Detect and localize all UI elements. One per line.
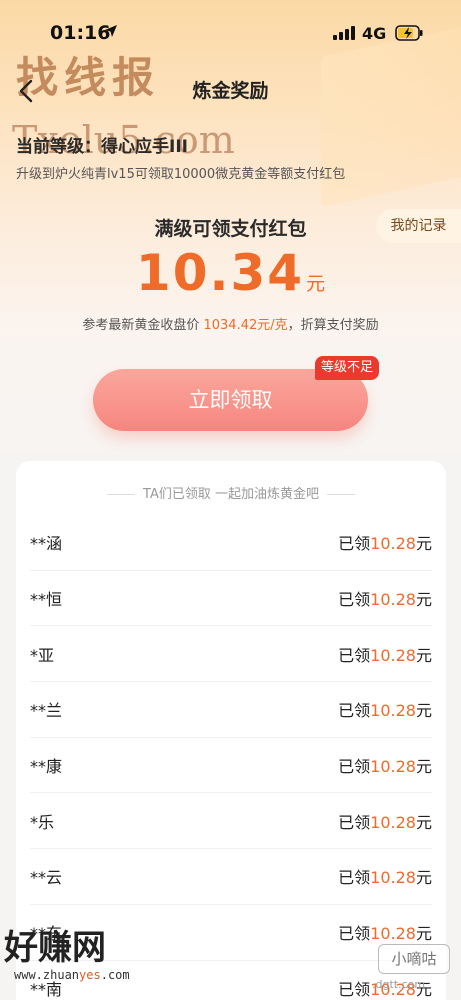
claimed-prefix: 已领 bbox=[338, 924, 371, 944]
current-level-value: 得心应手III bbox=[101, 137, 188, 157]
list-item-claimed: 已领10.28元 bbox=[338, 586, 432, 610]
claimed-unit: 元 bbox=[415, 757, 432, 777]
claimed-unit: 元 bbox=[415, 590, 432, 610]
cell-signal-icon bbox=[333, 26, 355, 40]
claimed-unit: 元 bbox=[415, 701, 432, 721]
reference-price-line: 参考最新黄金收盘价 1034.42元/克，折算支付奖励 bbox=[0, 314, 461, 333]
page-title: 炼金奖励 bbox=[192, 80, 269, 102]
list-item-name: **云 bbox=[30, 868, 63, 888]
claimed-amount: 10.28 bbox=[370, 590, 416, 610]
wm-url-highlight: yes bbox=[79, 968, 101, 982]
list-item: **涵 已领10.28元 bbox=[30, 515, 432, 571]
claimed-prefix: 已领 bbox=[338, 590, 371, 610]
reward-amount-value: 10.34 bbox=[135, 244, 305, 302]
list-item-name: **康 bbox=[30, 757, 63, 777]
claimed-prefix: 已领 bbox=[338, 701, 371, 721]
list-item: **云 已领10.28元 bbox=[30, 849, 432, 905]
claimed-amount: 10.28 bbox=[370, 924, 416, 944]
watermark-xiao-site: .dgtt.com bbox=[372, 978, 426, 991]
watermark-brand-bottom: 好赚网 bbox=[4, 928, 106, 968]
list-item: **康 已领10.28元 bbox=[30, 738, 432, 794]
claimed-amount: 10.28 bbox=[370, 868, 416, 888]
claimed-unit: 元 bbox=[415, 924, 432, 944]
current-level: 当前等级：得心应手III bbox=[16, 132, 188, 157]
network-type: 4G bbox=[362, 24, 387, 43]
battery-charging-icon bbox=[395, 25, 423, 41]
list-item-claimed: 已领10.28元 bbox=[338, 920, 432, 944]
claimed-prefix: 已领 bbox=[338, 979, 371, 999]
claimed-unit: 元 bbox=[415, 534, 432, 554]
claimed-unit: 元 bbox=[415, 868, 432, 888]
watermark-xiao: 小嘀咕 bbox=[378, 944, 450, 974]
level-insufficient-badge: 等级不足 bbox=[315, 356, 380, 380]
ref-prefix: 参考最新黄金收盘价 bbox=[82, 318, 204, 333]
location-arrow-icon bbox=[105, 25, 117, 37]
list-item: *乐 已领10.28元 bbox=[30, 793, 432, 850]
claimed-prefix: 已领 bbox=[338, 645, 371, 665]
claimed-unit: 元 bbox=[415, 812, 432, 832]
list-item-claimed: 已领10.28元 bbox=[338, 530, 432, 554]
list-item-claimed: 已领10.28元 bbox=[338, 809, 432, 833]
list-item: *亚 已领10.28元 bbox=[30, 626, 432, 683]
list-item: **恒 已领10.28元 bbox=[30, 571, 432, 627]
reward-amount-unit: 元 bbox=[306, 273, 326, 295]
claimed-amount: 10.28 bbox=[370, 645, 416, 665]
reward-amount: 10.34 元 bbox=[0, 244, 461, 302]
current-level-label: 当前等级： bbox=[16, 137, 101, 157]
claimed-prefix: 已领 bbox=[338, 868, 371, 888]
ref-suffix: ，折算支付奖励 bbox=[287, 318, 379, 333]
list-item-claimed: 已领10.28元 bbox=[338, 864, 432, 888]
claimed-prefix: 已领 bbox=[338, 812, 371, 832]
list-item-name: **兰 bbox=[30, 701, 63, 721]
reward-title: 满级可领支付红包 bbox=[154, 218, 307, 240]
status-time: 01:16 bbox=[50, 22, 111, 44]
list-item-claimed: 已领10.28元 bbox=[338, 753, 432, 777]
claimed-prefix: 已领 bbox=[338, 534, 371, 554]
list-item-name: **恒 bbox=[30, 590, 63, 610]
ref-price: 1034.42元/克 bbox=[203, 318, 288, 333]
claimed-amount: 10.28 bbox=[370, 812, 416, 832]
upgrade-note: 升级到炉火纯青lv15可领取10000微克黄金等额支付红包 bbox=[16, 167, 346, 182]
wm-url-suffix: .com bbox=[100, 968, 130, 982]
list-item-name: *乐 bbox=[30, 812, 55, 832]
list-item-name: *亚 bbox=[30, 645, 55, 665]
list-item-claimed: 已领10.28元 bbox=[338, 697, 432, 721]
claimed-unit: 元 bbox=[415, 645, 432, 665]
list-item-name: **涵 bbox=[30, 534, 63, 554]
wm-url-prefix: www.zhuan bbox=[14, 968, 80, 982]
claimed-amount: 10.28 bbox=[370, 701, 416, 721]
watermark-url-bottom: www.zhuanyes.com bbox=[14, 968, 130, 982]
list-item: **兰 已领10.28元 bbox=[30, 682, 432, 738]
claimed-amount: 10.28 bbox=[370, 757, 416, 777]
claimed-amount: 10.28 bbox=[370, 534, 416, 554]
list-header: TA们已领取 一起加油炼黄金吧 bbox=[16, 483, 446, 502]
claimed-prefix: 已领 bbox=[338, 757, 371, 777]
list-item-claimed: 已领10.28元 bbox=[338, 642, 432, 666]
